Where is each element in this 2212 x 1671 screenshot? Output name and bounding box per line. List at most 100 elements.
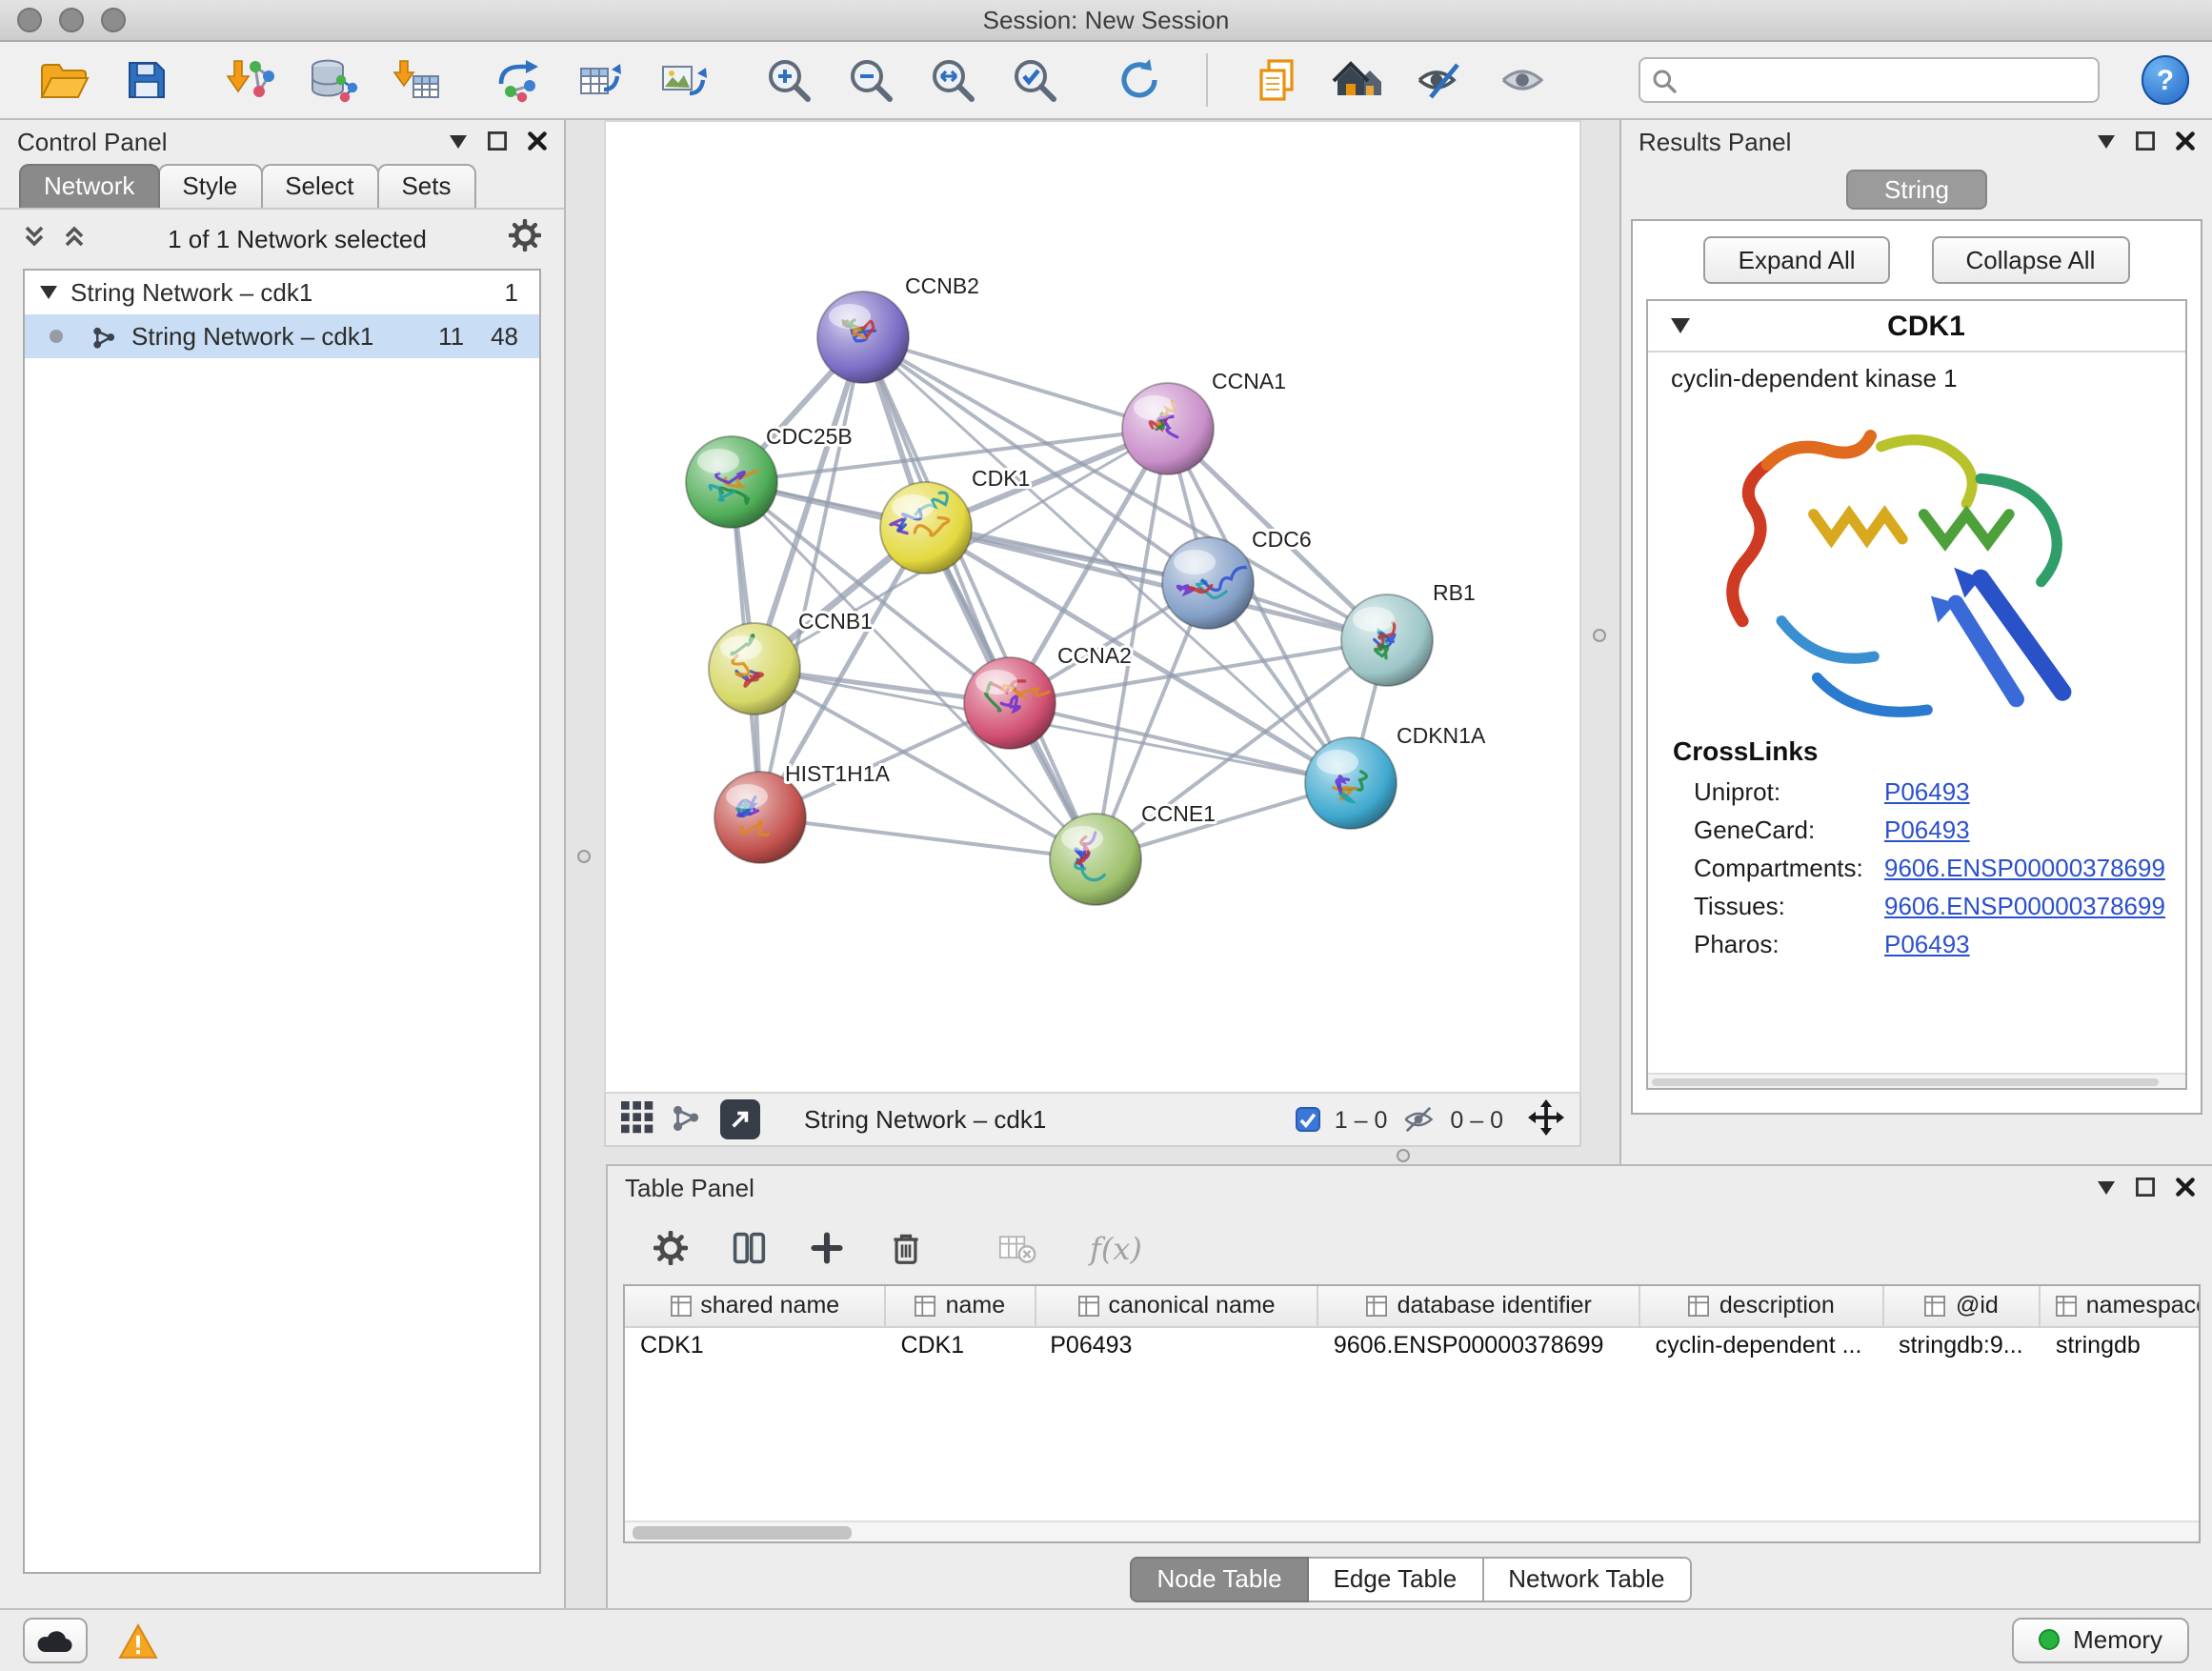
crosslink-value-link[interactable]: P06493 — [1884, 776, 1970, 805]
network-node[interactable]: HIST1H1A — [714, 761, 891, 863]
panel-menu-button[interactable] — [2098, 1180, 2115, 1194]
clear-table-button[interactable] — [996, 1227, 1038, 1269]
crosslink-value-link[interactable]: P06493 — [1884, 815, 1970, 843]
show-all-button[interactable] — [1488, 48, 1555, 112]
new-network-button[interactable] — [486, 48, 553, 112]
minimize-window-button[interactable] — [59, 8, 84, 32]
network-options-button[interactable] — [509, 219, 541, 257]
maximize-window-button[interactable] — [101, 8, 126, 32]
column-header[interactable]: description — [1640, 1286, 1883, 1326]
help-button[interactable]: ? — [2142, 55, 2190, 105]
network-overview-button[interactable] — [671, 1100, 703, 1138]
column-header[interactable]: @id — [1883, 1286, 2041, 1326]
results-horizontal-scrollbar[interactable] — [1648, 1073, 2185, 1088]
collapse-all-button[interactable]: Collapse All — [1932, 236, 2130, 284]
cybrowser-home-button[interactable] — [1324, 48, 1391, 112]
zoom-fit-button[interactable] — [918, 48, 985, 112]
zoom-selected-button[interactable] — [1000, 48, 1067, 112]
left-splitter-handle[interactable] — [577, 850, 591, 863]
zoom-out-button[interactable] — [836, 48, 903, 112]
export-table-button[interactable] — [568, 48, 634, 112]
table-row[interactable]: CDK1CDK1P064939606.ENSP00000378699cyclin… — [625, 1326, 2201, 1364]
panel-close-button[interactable] — [2176, 131, 2195, 151]
bottom-splitter-handle[interactable] — [1397, 1149, 1410, 1162]
table-cell[interactable]: CDK1 — [625, 1326, 885, 1364]
close-window-button[interactable] — [17, 8, 42, 32]
table-horizontal-scrollbar[interactable] — [625, 1520, 2199, 1541]
memory-button[interactable]: Memory — [2012, 1618, 2189, 1663]
search-box[interactable] — [1639, 57, 2099, 103]
warnings-button[interactable] — [118, 1622, 158, 1659]
expand-all-button[interactable]: Expand All — [1704, 236, 1890, 284]
network-node[interactable]: CDKN1A — [1305, 723, 1486, 829]
table-settings-button[interactable] — [650, 1227, 692, 1269]
panel-close-button[interactable] — [528, 131, 547, 151]
protein-card-header[interactable]: CDK1 — [1648, 301, 2185, 352]
tab-style[interactable]: Style — [157, 164, 262, 208]
column-header[interactable]: namespace — [2041, 1286, 2201, 1326]
panel-close-button[interactable] — [2176, 1178, 2195, 1197]
float-window-icon — [2136, 131, 2155, 151]
plus-icon — [810, 1231, 844, 1265]
function-builder-button[interactable]: f(x) — [1090, 1230, 1142, 1266]
table-cell[interactable]: P06493 — [1035, 1326, 1318, 1364]
table-cell[interactable]: cyclin-dependent ... — [1640, 1326, 1883, 1364]
copy-button[interactable] — [1242, 48, 1309, 112]
right-splitter-handle[interactable] — [1593, 629, 1606, 642]
column-header[interactable]: shared name — [625, 1286, 885, 1326]
tab-sets[interactable]: Sets — [376, 164, 475, 208]
show-columns-button[interactable] — [728, 1227, 770, 1269]
expand-all-networks-button[interactable] — [63, 224, 86, 252]
tab-node-table[interactable]: Node Table — [1130, 1557, 1308, 1602]
open-session-button[interactable] — [30, 48, 97, 112]
network-canvas[interactable]: CCNB2CCNA1CDC25BCDK1CDC6RB1CCNB1CCNA2CDK… — [604, 120, 1581, 1094]
import-table-button[interactable] — [381, 48, 448, 112]
collapse-all-networks-button[interactable] — [23, 224, 46, 252]
table-cell[interactable]: stringdb — [2041, 1326, 2201, 1364]
network-node[interactable]: CDC6 — [1162, 527, 1312, 629]
save-session-button[interactable] — [112, 48, 179, 112]
panel-menu-button[interactable] — [450, 134, 467, 148]
tab-string[interactable]: String — [1846, 170, 1987, 210]
export-view-button[interactable] — [720, 1099, 760, 1139]
search-input[interactable] — [1684, 67, 2085, 93]
network-row[interactable]: String Network – cdk1 11 48 — [25, 314, 539, 358]
pan-mode-button[interactable] — [1528, 1098, 1564, 1140]
table-cell[interactable]: CDK1 — [885, 1326, 1035, 1364]
tab-edge-table[interactable]: Edge Table — [1307, 1557, 1484, 1602]
caret-down-icon[interactable] — [1671, 318, 1690, 333]
add-column-button[interactable] — [806, 1227, 848, 1269]
hide-selected-button[interactable] — [1406, 48, 1473, 112]
network-collection-row[interactable]: String Network – cdk1 1 — [25, 271, 539, 314]
table-cell[interactable]: 9606.ENSP00000378699 — [1318, 1326, 1640, 1364]
panel-float-button[interactable] — [488, 131, 507, 151]
panel-menu-button[interactable] — [2098, 134, 2115, 148]
crosslink-value-link[interactable]: P06493 — [1884, 929, 1970, 957]
tab-network-table[interactable]: Network Table — [1481, 1557, 1691, 1602]
refresh-view-button[interactable] — [1105, 48, 1172, 112]
column-header[interactable]: name — [885, 1286, 1035, 1326]
zoom-in-button[interactable] — [754, 48, 821, 112]
birds-eye-view-button[interactable] — [621, 1100, 654, 1138]
table-cell[interactable]: stringdb:9... — [1883, 1326, 2041, 1364]
network-node[interactable]: CDK1 — [880, 466, 1030, 574]
crosslink-value-link[interactable]: 9606.ENSP00000378699 — [1884, 891, 2165, 919]
table-panel: Table Panel f(x) shared namenamecanonica… — [606, 1164, 2212, 1608]
panel-float-button[interactable] — [2136, 1178, 2155, 1197]
network-node[interactable]: RB1 — [1341, 580, 1476, 686]
tab-network[interactable]: Network — [19, 164, 159, 208]
import-network-file-button[interactable] — [217, 48, 284, 112]
column-header[interactable]: canonical name — [1035, 1286, 1318, 1326]
panel-float-button[interactable] — [2136, 131, 2155, 151]
tab-select[interactable]: Select — [260, 164, 378, 208]
export-image-button[interactable] — [650, 48, 716, 112]
selected-indicator-checkbox[interactable] — [1297, 1107, 1321, 1132]
scrollbar-thumb[interactable] — [633, 1526, 852, 1539]
column-header[interactable]: database identifier — [1318, 1286, 1640, 1326]
crosslink-value-link[interactable]: 9606.ENSP00000378699 — [1884, 853, 2165, 881]
network-graph[interactable]: CCNB2CCNA1CDC25BCDK1CDC6RB1CCNB1CCNA2CDK… — [606, 122, 1579, 1092]
network-node[interactable]: CCNA1 — [1122, 369, 1286, 474]
delete-column-button[interactable] — [884, 1227, 926, 1269]
import-network-database-button[interactable] — [299, 48, 366, 112]
cloud-status-button[interactable] — [23, 1618, 88, 1663]
